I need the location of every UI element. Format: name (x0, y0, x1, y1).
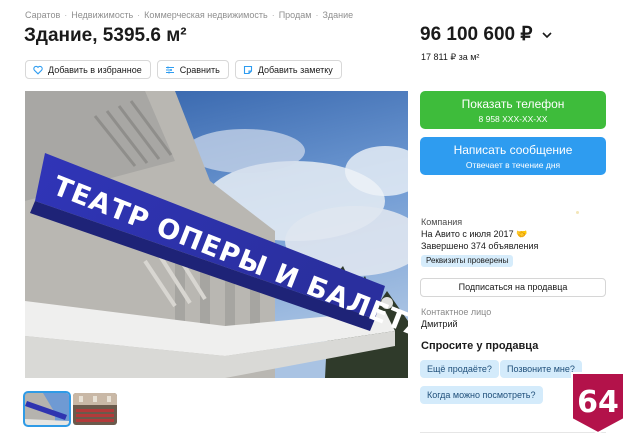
page-title: Здание, 5395.6 м² (24, 25, 187, 46)
breadcrumb-separator: · (271, 10, 275, 20)
breadcrumb-separator: · (64, 10, 68, 20)
listing-actions: Добавить в избранное Сравнить Добавить з… (25, 60, 342, 79)
contact-person-name: Дмитрий (421, 319, 458, 329)
breadcrumb: Саратов · Недвижимость · Коммерческая недвиж… (25, 10, 353, 20)
handshake-icon: 🤝 (516, 229, 528, 239)
chevron-down-icon[interactable] (540, 28, 554, 42)
response-time-note: Отвечает в течение дня (465, 160, 561, 170)
seller-since: На Авито с июля 2017 (421, 229, 514, 239)
write-message-label: Написать сообщение (453, 143, 573, 157)
thumbnail-facade[interactable] (23, 391, 71, 427)
breadcrumb-separator: · (137, 10, 141, 20)
photo-thumbnails (23, 391, 117, 427)
breadcrumb-item-realty[interactable]: Недвижимость (71, 10, 133, 20)
breadcrumb-item-city[interactable]: Саратов (25, 10, 60, 20)
price-per-sqm: 17 811 ₽ за м² (421, 52, 480, 62)
add-note-label: Добавить заметку (257, 64, 333, 75)
add-note-button[interactable]: Добавить заметку (234, 60, 342, 79)
seller-info: Компания На Авито с июля 2017 🤝 Завершен… (421, 216, 538, 252)
write-message-button[interactable]: Написать сообщение Отвечает в течение дн… (420, 137, 606, 175)
compare-button[interactable]: Сравнить (156, 60, 229, 79)
compare-icon (165, 65, 175, 75)
add-to-favorites-button[interactable]: Добавить в избранное (25, 60, 151, 79)
breadcrumb-separator: · (315, 10, 319, 20)
site-logo-badge: 64 (571, 372, 625, 435)
compare-label: Сравнить (179, 64, 220, 75)
ask-seller-title: Спросите у продавца (421, 340, 539, 352)
show-phone-label: Показать телефон (461, 97, 565, 111)
masked-phone-number: 8 958 XXX-XX-XX (478, 114, 548, 124)
breadcrumb-item-building[interactable]: Здание (322, 10, 353, 20)
quick-question-when-view[interactable]: Когда можно посмотреть? (420, 386, 543, 404)
contact-person-label: Контактное лицо (421, 307, 492, 317)
seller-kind: Компания (421, 217, 463, 227)
breadcrumb-item-commercial[interactable]: Коммерческая недвижимость (144, 10, 268, 20)
show-phone-button[interactable]: Показать телефон 8 958 XXX-XX-XX (420, 91, 606, 129)
listing-main-photo[interactable]: ТЕАТР ОПЕРЫ И БАЛЕТА (25, 91, 408, 378)
seller-since-line: На Авито с июля 2017 🤝 (421, 228, 538, 240)
decorative-dot (576, 211, 579, 214)
seller-completed-ads: Завершено 374 объявления (421, 241, 539, 251)
note-icon (243, 65, 253, 75)
subscribe-to-seller-button[interactable]: Подписаться на продавца (420, 278, 606, 297)
heart-icon (33, 65, 43, 75)
site-logo-text: 64 (577, 385, 619, 420)
verified-badge: Реквизиты проверены (421, 255, 514, 267)
add-to-favorites-label: Добавить в избранное (48, 64, 142, 75)
price-value: 96 100 600 ₽ (420, 24, 533, 45)
quick-question-still-selling[interactable]: Ещё продаёте? (420, 360, 499, 378)
thumbnail-hall[interactable] (73, 393, 117, 425)
breadcrumb-item-sell[interactable]: Продам (279, 10, 312, 20)
